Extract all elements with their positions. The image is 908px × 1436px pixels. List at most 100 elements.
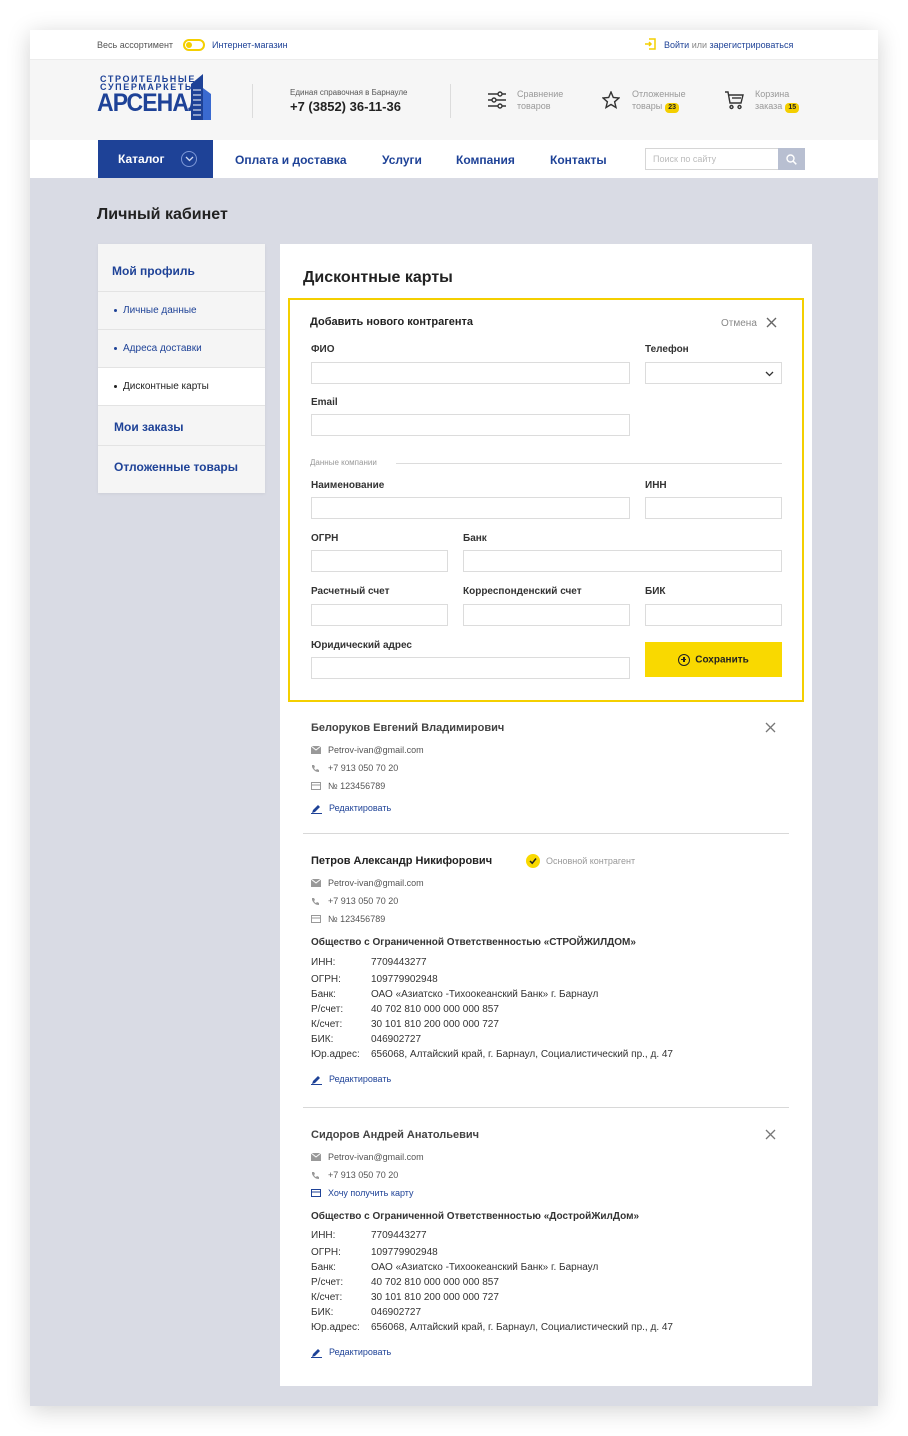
deferred-link[interactable]: Отложенные товары 23 (632, 88, 686, 113)
save-label: Сохранить (695, 654, 749, 666)
chevron-down-icon (181, 151, 197, 167)
requisite-value: 656068, Алтайский край, г. Барнаул, Соци… (371, 1049, 673, 1060)
compare-link[interactable]: Сравнение товаров (517, 88, 563, 112)
card-icon (311, 782, 321, 790)
deferred-label-line1: Отложенные (632, 89, 686, 99)
company-name: Общество с Ограниченной Ответственностью… (311, 937, 636, 948)
card-number: № 123456789 (328, 781, 386, 791)
assortment-label: Весь ассортимент (97, 40, 174, 50)
email-field[interactable] (311, 414, 630, 436)
deferred-label-line2: товары (632, 101, 663, 111)
phone-icon (312, 765, 319, 772)
contractor-name: Сидоров Андрей Анатольевич (311, 1129, 480, 1141)
save-button[interactable]: Сохранить (645, 642, 782, 677)
sidebar-item-discount-cards[interactable]: Дисконтные карты (98, 368, 265, 406)
assortment-toggle[interactable] (183, 39, 205, 51)
mail-icon (311, 879, 321, 887)
bullet (114, 384, 117, 388)
nav-link-company[interactable]: Компания (456, 153, 515, 167)
company-data-label: Данные компании (310, 458, 377, 467)
requisite-row: ИНН: 7709443277 (311, 1230, 781, 1243)
sidebar-item-orders[interactable]: Мои заказы (98, 406, 265, 446)
requisite-row: Р/счет: 40 702 810 000 000 000 857 (311, 1004, 781, 1017)
top-bar: Весь ассортимент Интернет-магазин Войти … (30, 30, 878, 60)
contractor-name: Белоруков Евгений Владимирович (311, 722, 505, 734)
fio-label: ФИО (311, 344, 335, 355)
requisite-key: Банк: (311, 989, 336, 1000)
fio-field[interactable] (311, 362, 630, 384)
register-link[interactable]: зарегистрироваться (710, 40, 794, 50)
login-link[interactable]: Войти (664, 40, 689, 50)
cart-link[interactable]: Корзина заказа 15 (755, 88, 800, 113)
requisite-key: ОГРН: (311, 974, 341, 985)
ogrn-field[interactable] (311, 550, 448, 572)
requisite-key: ИНН: (311, 1230, 336, 1241)
bik-field[interactable] (645, 604, 782, 626)
catalog-button[interactable]: Каталог (98, 140, 213, 178)
legal-address-label: Юридический адрес (311, 640, 412, 651)
site-header: СТРОИТЕЛЬНЫЕ СУПЕРМАРКЕТЫ АРСЕНАЛ Единая… (30, 60, 878, 140)
or-label: или (691, 40, 708, 50)
requisite-key: БИК: (311, 1307, 334, 1318)
sidebar-item-deferred[interactable]: Отложенные товары (98, 446, 265, 493)
page-frame: Весь ассортимент Интернет-магазин Войти … (30, 30, 878, 1406)
star-icon[interactable] (602, 91, 620, 109)
logo-wordmark: АРСЕНАЛ (97, 89, 204, 117)
sidebar-item-personal-data[interactable]: Личные данные (98, 292, 265, 330)
nav-link-contacts[interactable]: Контакты (550, 153, 607, 167)
hotline-phone[interactable]: +7 (3852) 36-11-36 (290, 99, 401, 114)
main-content: Дисконтные карты Добавить нового контраг… (280, 244, 812, 1386)
sidebar-item-label: Личные данные (123, 305, 197, 316)
inn-label: ИНН (645, 480, 667, 491)
search-icon (786, 154, 797, 165)
header-divider (450, 84, 451, 118)
nav-link-services[interactable]: Услуги (382, 153, 422, 167)
sidebar-item-addresses[interactable]: Адреса доставки (98, 330, 265, 368)
requisite-row: ОГРН: 109779902948 (311, 974, 781, 987)
corr-account-label: Корреспонденский счет (463, 586, 582, 597)
search-button[interactable] (778, 148, 805, 170)
cancel-button[interactable]: Отмена (721, 318, 757, 329)
requisite-row: ИНН: 7709443277 (311, 957, 781, 970)
cart-label-line2: заказа (755, 101, 783, 111)
login-area: Войти или зарегистрироваться (664, 40, 793, 50)
close-icon[interactable] (766, 317, 777, 328)
requisite-key: К/счет: (311, 1019, 343, 1030)
sidebar-item-profile[interactable]: Мой профиль (98, 244, 265, 292)
shop-label: Интернет-магазин (212, 40, 288, 50)
search-input[interactable]: Поиск по сайту (645, 148, 805, 170)
card-number: № 123456789 (328, 914, 386, 924)
cart-icon[interactable] (724, 90, 744, 110)
bank-field[interactable] (463, 550, 782, 572)
mail-icon (311, 746, 321, 754)
nav-link-payment[interactable]: Оплата и доставка (235, 153, 347, 167)
compare-icon[interactable] (487, 90, 507, 110)
card-request-link[interactable]: Хочу получить карту (328, 1188, 414, 1198)
login-icon[interactable] (644, 38, 656, 50)
account-field[interactable] (311, 604, 448, 626)
bullet (114, 346, 117, 350)
requisite-value: 109779902948 (371, 974, 438, 985)
inn-field[interactable] (645, 497, 782, 519)
close-icon[interactable] (765, 722, 776, 733)
cart-label-line1: Корзина (755, 89, 790, 99)
ogrn-label: ОГРН (311, 533, 339, 544)
requisite-row: Банк: ОАО «Азиатско -Тихоокеанский Банк» … (311, 989, 781, 1002)
bank-label: Банк (463, 533, 487, 544)
logo[interactable]: СТРОИТЕЛЬНЫЕ СУПЕРМАРКЕТЫ АРСЕНАЛ (97, 74, 217, 122)
legal-address-field[interactable] (311, 657, 630, 679)
close-icon[interactable] (765, 1129, 776, 1140)
check-icon (526, 854, 540, 868)
corr-account-field[interactable] (463, 604, 630, 626)
pencil-icon (311, 1076, 322, 1085)
content-title: Дисконтные карты (303, 269, 453, 286)
card-icon (311, 915, 321, 923)
requisite-value: 7709443277 (371, 957, 427, 968)
phone-select[interactable] (645, 362, 782, 384)
deferred-count-badge: 23 (665, 103, 679, 113)
requisite-row: Юр.адрес: 656068, Алтайский край, г. Барн… (311, 1322, 781, 1335)
contractor-email: Petrov-ivan@gmail.com (328, 1152, 424, 1162)
requisite-key: ОГРН: (311, 1247, 341, 1258)
contractor-divider (303, 1107, 789, 1108)
company-name-field[interactable] (311, 497, 630, 519)
